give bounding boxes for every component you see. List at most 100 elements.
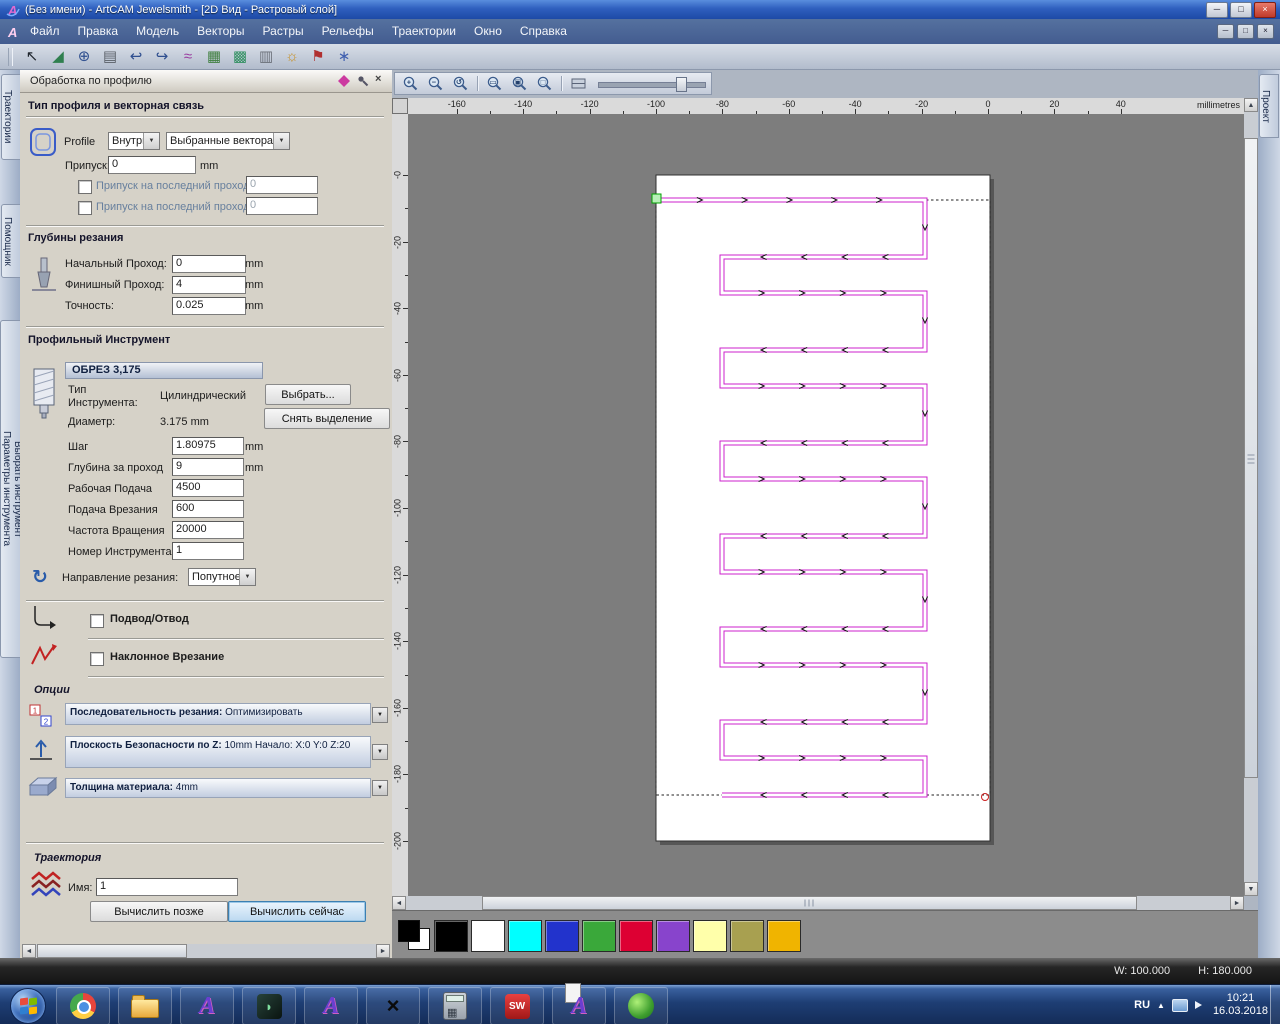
chevron-down-icon[interactable] (239, 569, 255, 585)
lead-in-out-checkbox[interactable] (90, 614, 104, 628)
ramp-checkbox[interactable] (90, 652, 104, 666)
keypad-button[interactable]: ▥ (253, 45, 279, 69)
zoom-previous-button[interactable]: ↺ (449, 73, 472, 94)
start-button[interactable] (10, 988, 46, 1024)
colour-swatch-7[interactable] (693, 920, 727, 952)
close-panel-icon[interactable]: × (375, 73, 381, 85)
menu-item-5[interactable]: Рельефы (313, 19, 383, 44)
display-tray-icon[interactable] (1171, 998, 1188, 1012)
drawing-area[interactable] (408, 114, 1244, 896)
canvas-hscrollbar[interactable] (392, 896, 1244, 910)
colour-swatch-1[interactable] (471, 920, 505, 952)
left-tab-2[interactable]: Параметры инструмента Выбрать инструмент (0, 320, 22, 658)
print-button[interactable]: ▤ (97, 45, 123, 69)
show-desktop-button[interactable] (1270, 985, 1280, 1024)
zoom-out-button[interactable]: − (424, 73, 447, 94)
zoom-objects-button[interactable]: ▣ (508, 73, 531, 94)
artcam-1-taskbar-button[interactable]: A (180, 987, 234, 1024)
toolpath-name-input[interactable]: 1 (96, 878, 238, 896)
cut-direction-select[interactable]: Попутное (188, 568, 256, 586)
calculate-now-button[interactable]: Вычислить сейчас (228, 901, 366, 922)
finish-depth-input[interactable]: 4 (172, 276, 246, 294)
artcam-2-taskbar-button[interactable]: A (304, 987, 358, 1024)
cut-sequence-expand-icon[interactable] (372, 707, 388, 723)
last-pass-checkbox-2[interactable] (78, 201, 92, 215)
toolpath-start-marker[interactable] (651, 193, 662, 204)
scroll-down-icon[interactable] (1244, 882, 1258, 896)
explorer-taskbar-button[interactable] (118, 987, 172, 1024)
artcam-3-taskbar-button[interactable]: A (552, 982, 606, 1024)
menu-item-1[interactable]: Правка (69, 19, 128, 44)
language-indicator[interactable]: RU (1134, 999, 1150, 1011)
light-button[interactable]: ☼ (279, 45, 305, 69)
zoom-slider[interactable] (598, 76, 706, 92)
right-tab-0[interactable]: Проект (1259, 74, 1279, 138)
menu-item-3[interactable]: Векторы (188, 19, 253, 44)
volume-tray-icon[interactable] (1194, 1001, 1206, 1009)
dark-app-taskbar-button[interactable]: ◗ (242, 987, 296, 1024)
scrollbar-thumb[interactable] (37, 944, 187, 958)
menu-item-4[interactable]: Растры (254, 19, 313, 44)
mdi-minimize-button[interactable]: ─ (1217, 24, 1234, 39)
scroll-right-icon[interactable] (376, 944, 390, 958)
toolbar-grip[interactable] (8, 47, 13, 66)
tray-expand-icon[interactable]: ▲ (1157, 1001, 1165, 1010)
vector-tools-button[interactable]: ≈ (175, 45, 201, 69)
solidworks-taskbar-button[interactable]: SW (490, 987, 544, 1024)
last-pass-input-1[interactable]: 0 (246, 176, 318, 194)
deselect-button[interactable]: Снять выделение (264, 408, 390, 429)
tool-name-bar[interactable]: ОБРЕЗ 3,175 (65, 362, 263, 379)
select-cursor-button[interactable]: ↖ (19, 45, 45, 69)
safe-z-expand-icon[interactable] (372, 744, 388, 760)
menu-item-8[interactable]: Справка (511, 19, 576, 44)
star-tool-button[interactable]: ∗ (331, 45, 357, 69)
arrows-tool-taskbar-button[interactable]: × (366, 987, 420, 1024)
select-tool-button[interactable]: Выбрать... (265, 384, 351, 405)
scrollbar-thumb[interactable] (482, 896, 1137, 910)
redo-button[interactable]: ↪ (149, 45, 175, 69)
safe-z-bar[interactable]: Плоскость Безопасности по Z: 10mm Начало… (65, 736, 371, 768)
colour-swatch-8[interactable] (730, 920, 764, 952)
colour-swatch-5[interactable] (619, 920, 653, 952)
calculator-taskbar-button[interactable]: ▦ (428, 987, 482, 1024)
left-tab-0[interactable]: Траектории (1, 74, 21, 160)
last-pass-input-2[interactable]: 0 (246, 197, 318, 215)
grid-button[interactable]: ▦ (201, 45, 227, 69)
scroll-right-icon[interactable] (1230, 896, 1244, 910)
material-thickness-expand-icon[interactable] (372, 780, 388, 796)
active-colours-indicator[interactable] (398, 920, 430, 950)
menu-item-0[interactable]: Файл (21, 19, 69, 44)
drawing-canvas[interactable] (408, 114, 1244, 896)
colour-swatch-3[interactable] (545, 920, 579, 952)
chevron-down-icon[interactable] (143, 133, 159, 149)
plunge-rate-input[interactable]: 600 (172, 500, 244, 518)
zoom-window-button[interactable]: ▭ (483, 73, 506, 94)
zoom-page-button[interactable]: □ (533, 73, 556, 94)
calculate-later-button[interactable]: Вычислить позже (90, 901, 228, 922)
minimize-button[interactable]: ─ (1206, 2, 1228, 18)
left-tab-1[interactable]: Помощник (1, 204, 21, 278)
allowance-input[interactable]: 0 (108, 156, 196, 174)
canvas-vscrollbar[interactable] (1244, 98, 1258, 896)
chevron-down-icon[interactable] (273, 133, 289, 149)
bitmap-layer-button[interactable]: ▩ (227, 45, 253, 69)
clock[interactable]: 10:21 16.03.2018 (1213, 992, 1268, 1018)
vectors-select[interactable]: Выбранные вектора (166, 132, 290, 150)
measure-button[interactable]: ◢ (45, 45, 71, 69)
menu-item-6[interactable]: Траектории (383, 19, 465, 44)
tolerance-input[interactable]: 0.025 (172, 297, 246, 315)
chrome-taskbar-button[interactable] (56, 987, 110, 1024)
undo-button[interactable]: ↩ (123, 45, 149, 69)
spindle-speed-input[interactable]: 20000 (172, 521, 244, 539)
panel-scrollbar[interactable] (22, 944, 390, 958)
stepdown-input[interactable]: 9 (172, 458, 244, 476)
mdi-close-button[interactable]: × (1257, 24, 1274, 39)
profile-direction-select[interactable]: Внутрь (108, 132, 160, 150)
mdi-restore-button[interactable]: □ (1237, 24, 1254, 39)
colour-swatch-0[interactable] (434, 920, 468, 952)
colour-swatch-6[interactable] (656, 920, 690, 952)
feed-rate-input[interactable]: 4500 (172, 479, 244, 497)
menu-item-7[interactable]: Окно (465, 19, 511, 44)
restore-button[interactable]: □ (1230, 2, 1252, 18)
colour-swatch-2[interactable] (508, 920, 542, 952)
